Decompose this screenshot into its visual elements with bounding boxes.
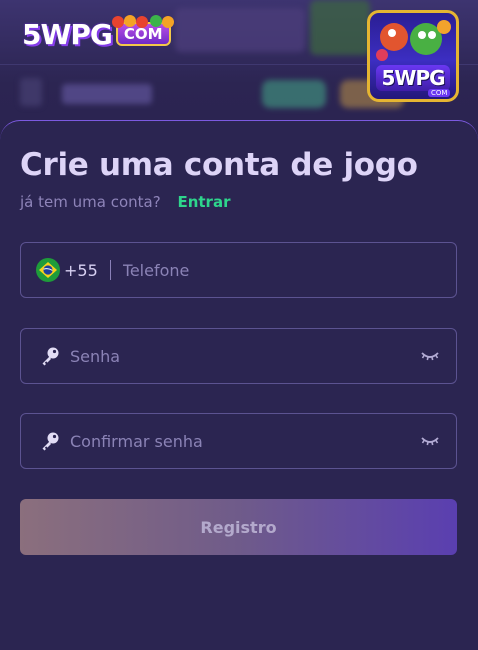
key-icon [42, 432, 59, 451]
background-banner [175, 8, 305, 52]
password-input[interactable] [70, 346, 420, 366]
modal-title: Crie uma conta de jogo [20, 147, 418, 183]
brazil-flag-icon[interactable] [36, 258, 60, 282]
eye-closed-icon[interactable] [420, 349, 440, 363]
app-icon-suffix: COM [428, 89, 451, 97]
background-button [262, 80, 326, 108]
app-icon-label: 5WPG [376, 65, 450, 91]
app-icon[interactable]: 5WPG COM [367, 10, 459, 102]
app-icon-artwork [376, 20, 451, 61]
login-link[interactable]: Entrar [177, 193, 230, 211]
phone-field[interactable]: +55 [20, 242, 457, 298]
login-prompt-text: já tem uma conta? [20, 193, 161, 211]
background-image [310, 0, 370, 55]
password-field[interactable] [20, 328, 457, 384]
phone-input[interactable] [122, 260, 456, 280]
eye-closed-icon[interactable] [420, 434, 440, 448]
register-modal: Crie uma conta de jogo já tem uma conta?… [0, 120, 478, 650]
confirm-password-field[interactable] [20, 413, 457, 469]
background-menu-icon [20, 78, 42, 106]
login-prompt-row: já tem uma conta? Entrar [20, 193, 230, 211]
key-icon [42, 347, 59, 366]
confirm-password-input[interactable] [70, 431, 420, 451]
phone-field-divider [109, 260, 111, 280]
register-button[interactable]: Registro [20, 499, 457, 555]
site-logo[interactable]: 5WPG COM [22, 14, 174, 54]
logo-text: 5WPG [22, 17, 113, 51]
logo-fruits-icon [112, 15, 174, 28]
background-logo [62, 84, 152, 104]
country-code[interactable]: +55 [64, 261, 98, 280]
